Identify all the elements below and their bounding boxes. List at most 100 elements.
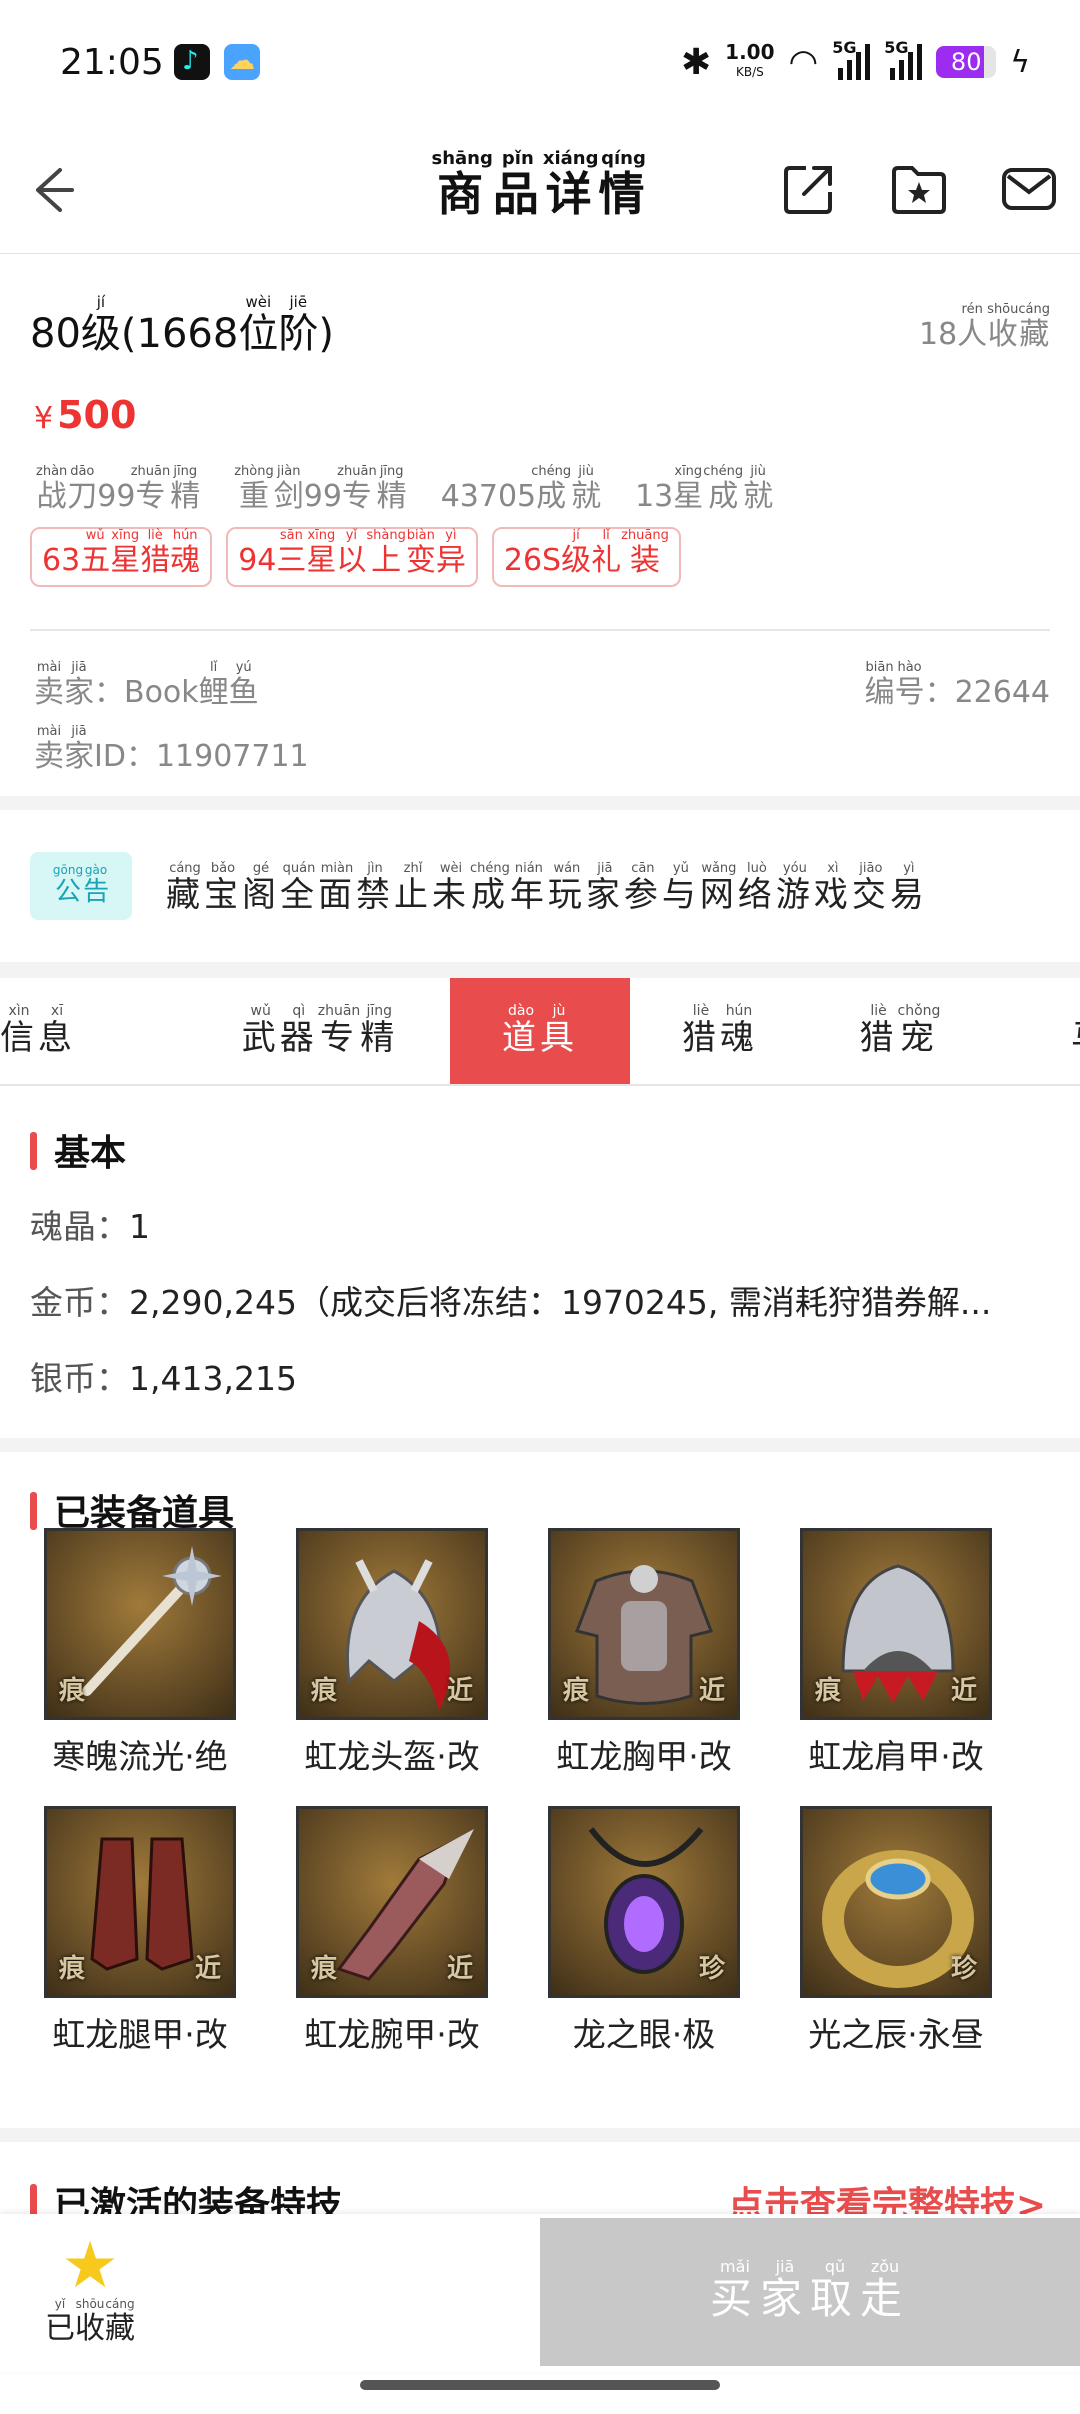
mark-left: 痕 — [815, 1676, 842, 1706]
wifi-icon: ◠ — [788, 42, 819, 82]
equipped-item[interactable]: 珍光之辰·永昼 — [796, 1806, 996, 2056]
item-name: 光之辰·永昼 — [808, 2015, 984, 2054]
gold-coin-key: 金币： — [30, 1283, 129, 1322]
net-speed-value: 1.00 — [725, 40, 775, 64]
price-currency: ¥ — [34, 401, 54, 436]
status-time: 21:05 — [60, 42, 164, 83]
notice-text-chars: 藏cáng宝bǎo阁gé全quán面miàn禁jìn止zhǐ未wèi成chéng… — [166, 861, 928, 915]
nav-actions — [780, 160, 1058, 218]
mark-right: 近 — [698, 1676, 725, 1706]
serial-number: 编biān号hào：22644 — [864, 660, 1050, 711]
item-thumbnail: 珍 — [548, 1806, 740, 1998]
status-right: ✱ 1.00 KB/S ◠ 5G 5G 80 ϟ — [681, 38, 1030, 84]
seller-name: 卖mài家jiā：Book鲤lǐ鱼yú — [34, 660, 259, 711]
item-name: 虹龙腕甲·改 — [304, 2015, 480, 2054]
sim2-label: 5G — [884, 38, 909, 57]
mark-left: 痕 — [563, 1676, 590, 1706]
basic-section-title: 基本 — [30, 1124, 126, 1176]
bottom-action-bar: ★ 已yǐ收shōu藏cáng 买mǎi家jiā取qǔ走zǒu — [0, 2214, 1080, 2372]
item-thumbnail: 痕近 — [548, 1528, 740, 1720]
serial-value: 22644 — [954, 675, 1050, 710]
silver-coin-value: 1,413,215 — [129, 1359, 297, 1398]
item-name: 虹龙腿甲·改 — [52, 2015, 228, 2054]
seller-id-value: 11907711 — [155, 739, 309, 774]
item-name: 虹龙胸甲·改 — [556, 1737, 732, 1776]
divider — [30, 629, 1050, 631]
sim1-label: 5G — [832, 38, 857, 57]
favorite-label: 已yǐ收shōu藏cáng — [30, 2297, 150, 2347]
notice-bar[interactable]: 公gōng告gào 藏cáng宝bǎo阁gé全quán面miàn禁jìn止zhǐ… — [0, 812, 1080, 962]
mark-left: 痕 — [59, 1676, 86, 1706]
gold-coin-row: 金币：2,290,245（成交后将冻结：1970245, 需消耗狩猎券解... — [30, 1276, 1050, 1324]
section-separator — [0, 1438, 1080, 1452]
section-separator — [0, 962, 1080, 978]
nav-bar: 商shāng品pǐn详xiáng情qíng — [0, 130, 1080, 254]
level-char: 级jí — [80, 293, 121, 357]
spec-item: 43705成chéng就jiù — [440, 464, 602, 514]
item-name: 寒魄流光·绝 — [52, 1737, 228, 1776]
item-thumbnail: 痕近 — [44, 1806, 236, 1998]
notice-badge-text: 公gōng告gào — [52, 863, 110, 907]
equipped-item[interactable]: 珍龙之眼·极 — [544, 1806, 744, 2056]
mark-right: 近 — [194, 1954, 221, 1984]
item-thumbnail: 痕近 — [800, 1528, 992, 1720]
folder-star-icon[interactable] — [890, 160, 948, 218]
feature-tag: 26S级jí礼lǐ装zhuāng — [491, 527, 681, 587]
net-speed: 1.00 KB/S — [725, 42, 774, 82]
star-icon: ★ — [61, 2229, 119, 2303]
equipped-item[interactable]: 痕 近虹龙腕甲·改 — [292, 1806, 492, 2056]
equipped-item[interactable]: 痕近虹龙肩甲·改 — [796, 1528, 996, 1778]
equipped-item[interactable]: 痕近虹龙腿甲·改 — [40, 1806, 240, 2056]
home-indicator[interactable] — [360, 2380, 720, 2390]
soul-crystal-value: 1 — [129, 1207, 150, 1246]
section-separator — [0, 2128, 1080, 2142]
rank-chars: 位wèi阶jiē — [238, 293, 319, 357]
item-thumbnail: 珍 — [800, 1806, 992, 1998]
tab-0[interactable]: 人rén物wù信xìn息xī — [0, 978, 90, 1084]
favorite-count: 18人rén收shōu藏cáng — [919, 302, 1050, 353]
silver-coin-row: 银币：1,413,215 — [30, 1352, 1050, 1400]
spec-list: 战zhàn刀dāo99专zhuān精jīng 重zhòng剑jiàn99专zhuā… — [36, 464, 773, 515]
feature-tag: 94三sān星xīng以yǐ上shàng变biàn异yì — [226, 527, 478, 587]
tab-5[interactable]: 马mǎ — [1000, 978, 1080, 1084]
battery-icon: 80 — [936, 46, 997, 78]
price: ¥500 — [34, 393, 136, 437]
tab-2[interactable]: 道dào 具jù — [450, 978, 630, 1084]
tag-list: 63五wǔ星xīng猎liè魂hún 94三sān星xīng以yǐ上shàng变b… — [30, 527, 681, 587]
share-icon[interactable] — [780, 160, 838, 218]
tab-1[interactable]: 武wǔ 器qì 专zhuān 精jīng — [230, 978, 410, 1084]
weather-app-icon — [224, 44, 260, 80]
tab-4[interactable]: 猎liè 宠chǒng — [810, 978, 990, 1084]
seller-name-latin: Book — [124, 675, 199, 710]
signal-icon-2: 5G — [884, 38, 923, 80]
feature-tag: 63五wǔ星xīng猎liè魂hún — [30, 527, 213, 587]
seller-label: 卖mài家jiā — [34, 660, 94, 710]
rank-number: (1668 — [120, 311, 239, 357]
seller-colon: ： — [94, 675, 124, 710]
mark-left: 痕 — [59, 1954, 86, 1984]
product-detail-page: 21:05 ✱ 1.00 KB/S ◠ 5G 5G 80 ϟ — [0, 0, 1080, 2414]
buyer-taken-button[interactable]: 买mǎi家jiā取qǔ走zǒu — [540, 2218, 1080, 2366]
serial-label: 编biān号hào — [864, 660, 925, 710]
status-bar: 21:05 ✱ 1.00 KB/S ◠ 5G 5G 80 ϟ — [0, 0, 1080, 130]
mark-right: 近 — [446, 1954, 473, 1984]
mark-right: 近 — [950, 1676, 977, 1706]
charging-icon: ϟ — [1010, 44, 1030, 80]
mark-left: 痕 — [311, 1954, 338, 1984]
page-title-text: 商shāng品pǐn详xiáng情qíng — [431, 148, 649, 221]
equipped-item[interactable]: 痕寒魄流光·绝 — [40, 1528, 240, 1778]
item-name: 虹龙肩甲·改 — [808, 1737, 984, 1776]
equipped-item[interactable]: 痕近虹龙胸甲·改 — [544, 1528, 744, 1778]
section-separator — [0, 796, 1080, 810]
seller-id: 卖mài家jiāID：11907711 — [34, 724, 309, 775]
tab-3[interactable]: 猎liè 魂hún — [630, 978, 810, 1084]
mark-left: 痕 — [311, 1676, 338, 1706]
favorite-button[interactable]: ★ 已yǐ收shōu藏cáng — [30, 2234, 150, 2347]
item-thumbnail: 痕 — [44, 1528, 236, 1720]
spec-item: 战zhàn刀dāo99专zhuān精jīng — [36, 464, 201, 514]
mail-icon[interactable] — [1000, 160, 1058, 218]
notice-badge: 公gōng告gào — [30, 852, 132, 920]
equipped-item[interactable]: 痕近虹龙头盔·改 — [292, 1528, 492, 1778]
favorite-label-chars: 已yǐ收shōu藏cáng — [45, 2297, 135, 2346]
bluetooth-icon: ✱ — [681, 41, 712, 83]
